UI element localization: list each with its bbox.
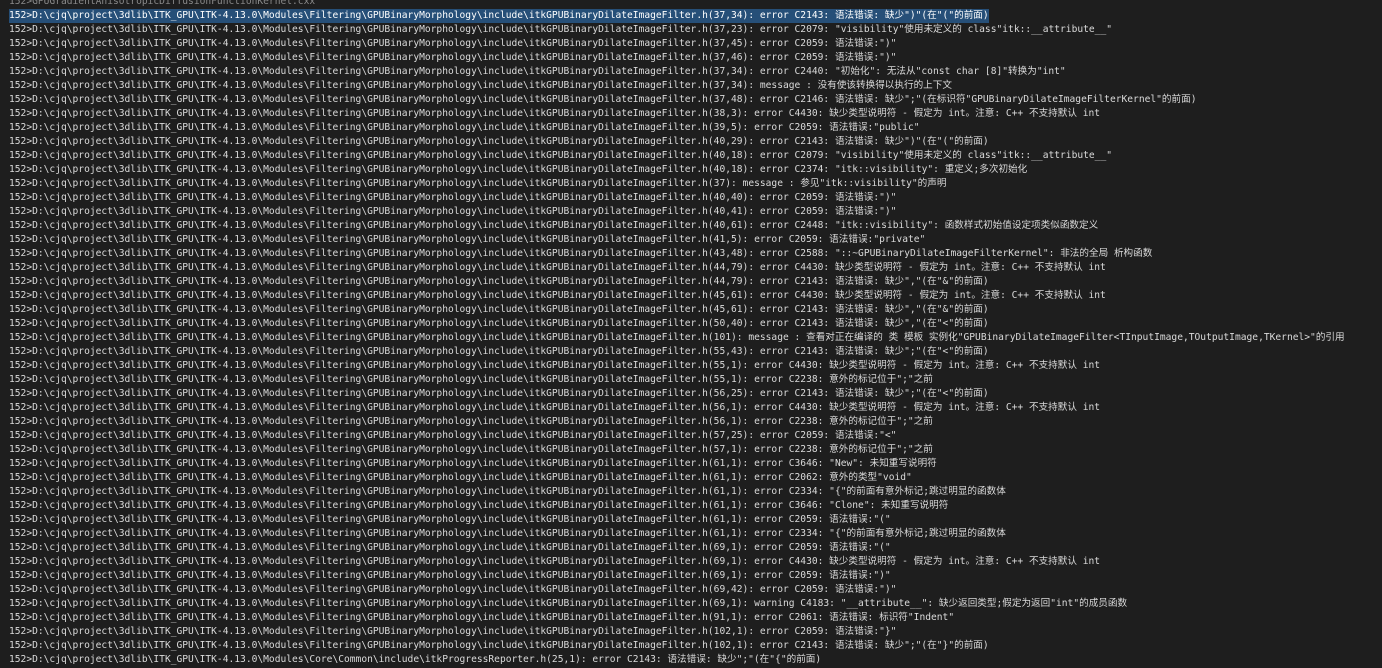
- output-line[interactable]: 152>D:\cjq\project\3dlib\ITK_GPU\ITK-4.1…: [9, 177, 1382, 191]
- output-line[interactable]: 152>D:\cjq\project\3dlib\ITK_GPU\ITK-4.1…: [9, 373, 1382, 387]
- output-line[interactable]: 152>D:\cjq\project\3dlib\ITK_GPU\ITK-4.1…: [9, 135, 1382, 149]
- output-line[interactable]: 152>D:\cjq\project\3dlib\ITK_GPU\ITK-4.1…: [9, 471, 1382, 485]
- output-line[interactable]: 152>D:\cjq\project\3dlib\ITK_GPU\ITK-4.1…: [9, 443, 1382, 457]
- output-line[interactable]: 152>D:\cjq\project\3dlib\ITK_GPU\ITK-4.1…: [9, 289, 1382, 303]
- output-line[interactable]: 152>D:\cjq\project\3dlib\ITK_GPU\ITK-4.1…: [9, 499, 1382, 513]
- output-line[interactable]: 152>D:\cjq\project\3dlib\ITK_GPU\ITK-4.1…: [9, 219, 1382, 233]
- output-line[interactable]: 152>D:\cjq\project\3dlib\ITK_GPU\ITK-4.1…: [9, 205, 1382, 219]
- output-line[interactable]: 152>D:\cjq\project\3dlib\ITK_GPU\ITK-4.1…: [9, 23, 1382, 37]
- output-line[interactable]: 152>D:\cjq\project\3dlib\ITK_GPU\ITK-4.1…: [9, 415, 1382, 429]
- output-line[interactable]: 152>D:\cjq\project\3dlib\ITK_GPU\ITK-4.1…: [9, 331, 1382, 345]
- output-line-selected[interactable]: 152>D:\cjq\project\3dlib\ITK_GPU\ITK-4.1…: [9, 9, 989, 23]
- output-line[interactable]: 152>D:\cjq\project\3dlib\ITK_GPU\ITK-4.1…: [9, 247, 1382, 261]
- output-line[interactable]: 152>D:\cjq\project\3dlib\ITK_GPU\ITK-4.1…: [9, 527, 1382, 541]
- output-line[interactable]: 152>D:\cjq\project\3dlib\ITK_GPU\ITK-4.1…: [9, 457, 1382, 471]
- output-line[interactable]: 152>D:\cjq\project\3dlib\ITK_GPU\ITK-4.1…: [9, 387, 1382, 401]
- output-line[interactable]: 152>GPUGradientAnisotropicDiffusionFunct…: [9, 0, 1382, 9]
- output-line[interactable]: 152>D:\cjq\project\3dlib\ITK_GPU\ITK-4.1…: [9, 513, 1382, 527]
- output-line[interactable]: 152>D:\cjq\project\3dlib\ITK_GPU\ITK-4.1…: [9, 611, 1382, 625]
- output-lines: 152>GPUGradientAnisotropicDiffusionFunct…: [9, 0, 1382, 667]
- output-line[interactable]: 152>D:\cjq\project\3dlib\ITK_GPU\ITK-4.1…: [9, 261, 1382, 275]
- output-line[interactable]: 152>D:\cjq\project\3dlib\ITK_GPU\ITK-4.1…: [9, 275, 1382, 289]
- output-line[interactable]: 152>D:\cjq\project\3dlib\ITK_GPU\ITK-4.1…: [9, 485, 1382, 499]
- output-line[interactable]: 152>D:\cjq\project\3dlib\ITK_GPU\ITK-4.1…: [9, 163, 1382, 177]
- output-line[interactable]: 152>D:\cjq\project\3dlib\ITK_GPU\ITK-4.1…: [9, 625, 1382, 639]
- output-line[interactable]: 152>D:\cjq\project\3dlib\ITK_GPU\ITK-4.1…: [9, 317, 1382, 331]
- output-line[interactable]: 152>D:\cjq\project\3dlib\ITK_GPU\ITK-4.1…: [9, 345, 1382, 359]
- output-line[interactable]: 152>D:\cjq\project\3dlib\ITK_GPU\ITK-4.1…: [9, 653, 1382, 667]
- output-line[interactable]: 152>D:\cjq\project\3dlib\ITK_GPU\ITK-4.1…: [9, 51, 1382, 65]
- output-line[interactable]: 152>D:\cjq\project\3dlib\ITK_GPU\ITK-4.1…: [9, 401, 1382, 415]
- output-line[interactable]: 152>D:\cjq\project\3dlib\ITK_GPU\ITK-4.1…: [9, 149, 1382, 163]
- output-line[interactable]: 152>D:\cjq\project\3dlib\ITK_GPU\ITK-4.1…: [9, 107, 1382, 121]
- output-line[interactable]: 152>D:\cjq\project\3dlib\ITK_GPU\ITK-4.1…: [9, 597, 1382, 611]
- output-line[interactable]: 152>D:\cjq\project\3dlib\ITK_GPU\ITK-4.1…: [9, 191, 1382, 205]
- output-line[interactable]: 152>D:\cjq\project\3dlib\ITK_GPU\ITK-4.1…: [9, 121, 1382, 135]
- output-line[interactable]: 152>D:\cjq\project\3dlib\ITK_GPU\ITK-4.1…: [9, 93, 1382, 107]
- output-line[interactable]: 152>D:\cjq\project\3dlib\ITK_GPU\ITK-4.1…: [9, 583, 1382, 597]
- output-line[interactable]: 152>D:\cjq\project\3dlib\ITK_GPU\ITK-4.1…: [9, 569, 1382, 583]
- output-line[interactable]: 152>D:\cjq\project\3dlib\ITK_GPU\ITK-4.1…: [9, 429, 1382, 443]
- output-line[interactable]: 152>D:\cjq\project\3dlib\ITK_GPU\ITK-4.1…: [9, 541, 1382, 555]
- output-line[interactable]: 152>D:\cjq\project\3dlib\ITK_GPU\ITK-4.1…: [9, 303, 1382, 317]
- output-line[interactable]: 152>D:\cjq\project\3dlib\ITK_GPU\ITK-4.1…: [9, 639, 1382, 653]
- output-line[interactable]: 152>D:\cjq\project\3dlib\ITK_GPU\ITK-4.1…: [9, 65, 1382, 79]
- build-output-console[interactable]: 152>GPUGradientAnisotropicDiffusionFunct…: [0, 0, 1382, 668]
- output-line[interactable]: 152>D:\cjq\project\3dlib\ITK_GPU\ITK-4.1…: [9, 233, 1382, 247]
- output-line[interactable]: 152>D:\cjq\project\3dlib\ITK_GPU\ITK-4.1…: [9, 79, 1382, 93]
- output-line[interactable]: 152>D:\cjq\project\3dlib\ITK_GPU\ITK-4.1…: [9, 359, 1382, 373]
- output-line[interactable]: 152>D:\cjq\project\3dlib\ITK_GPU\ITK-4.1…: [9, 555, 1382, 569]
- output-line[interactable]: 152>D:\cjq\project\3dlib\ITK_GPU\ITK-4.1…: [9, 37, 1382, 51]
